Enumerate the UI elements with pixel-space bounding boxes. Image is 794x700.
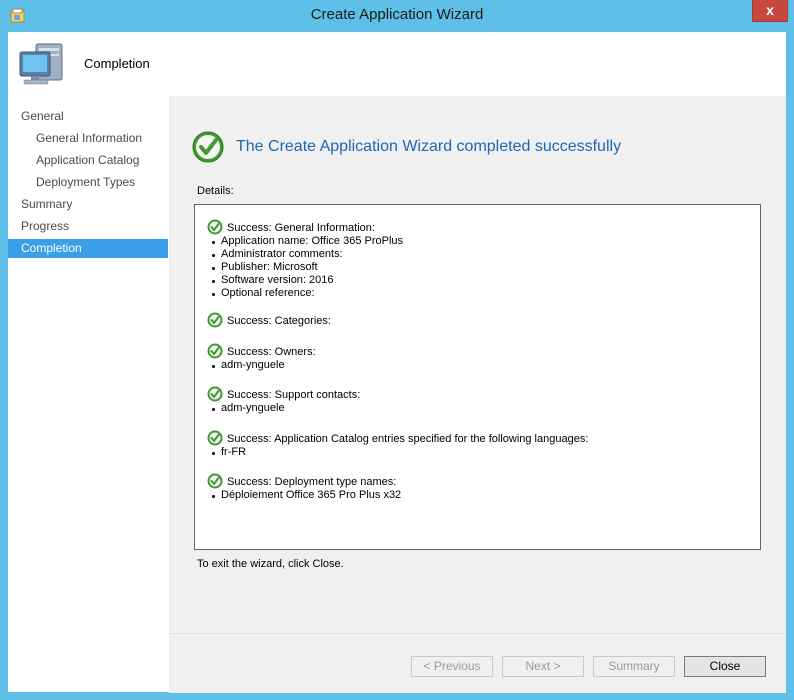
wizard-window: Create Application Wizard x Completion G… — [0, 0, 794, 700]
title-bar[interactable]: Create Application Wizard x — [0, 0, 794, 32]
completion-panel: The Create Application Wizard completed … — [169, 96, 786, 633]
wizard-client-area: Completion General General Information A… — [8, 32, 786, 693]
nav-item-deployment-types[interactable]: Deployment Types — [8, 173, 168, 192]
details-entry: Success: Owners: adm-ynguele — [207, 343, 316, 372]
nav-item-application-catalog[interactable]: Application Catalog — [8, 151, 168, 170]
exit-instructions: To exit the wizard, click Close. — [197, 558, 344, 570]
entry-bullet: Software version: 2016 — [207, 274, 403, 287]
entry-bullet: Déploiement Office 365 Pro Plus x32 — [207, 489, 401, 502]
entry-status: Success: Categories: — [227, 315, 331, 327]
details-entry: Success: Categories: — [207, 312, 331, 328]
page-title: Completion — [84, 56, 150, 71]
window-close-button[interactable]: x — [752, 0, 788, 22]
summary-button[interactable]: Summary — [593, 656, 675, 677]
entry-bullet: adm-ynguele — [207, 402, 360, 415]
success-check-icon — [207, 473, 223, 489]
nav-item-general[interactable]: General — [8, 107, 168, 126]
details-entry: Success: Deployment type names: Déploiem… — [207, 473, 401, 502]
entry-status: Success: Deployment type names: — [227, 476, 397, 488]
window-title: Create Application Wizard — [310, 6, 484, 23]
wizard-navigation: General General Information Application … — [8, 96, 169, 692]
nav-item-progress[interactable]: Progress — [8, 217, 168, 236]
success-check-icon — [207, 386, 223, 402]
nav-item-summary[interactable]: Summary — [8, 195, 168, 214]
entry-bullet: Optional reference: — [207, 287, 403, 300]
wizard-footer: < Previous Next > Summary Close — [169, 633, 786, 693]
nav-item-completion[interactable]: Completion — [8, 239, 168, 258]
success-check-icon — [207, 219, 223, 235]
entry-bullet: Administrator comments: — [207, 248, 403, 261]
completion-heading: The Create Application Wizard completed … — [236, 138, 622, 155]
entry-bullet: adm-ynguele — [207, 359, 316, 372]
entry-bullet: Application name: Office 365 ProPlus — [207, 235, 403, 248]
nav-item-general-information[interactable]: General Information — [8, 129, 168, 148]
entry-bullet: Publisher: Microsoft — [207, 261, 403, 274]
details-entry: Success: General Information: Applicatio… — [207, 219, 403, 300]
entry-status: Success: General Information: — [227, 222, 375, 234]
success-check-icon — [207, 343, 223, 359]
entry-bullet: fr-FR — [207, 446, 588, 459]
previous-button[interactable]: < Previous — [411, 656, 493, 677]
close-button[interactable]: Close — [684, 656, 766, 677]
computer-icon — [19, 43, 63, 85]
next-button[interactable]: Next > — [502, 656, 584, 677]
details-entry: Success: Support contacts: adm-ynguele — [207, 386, 361, 415]
success-check-icon — [207, 312, 223, 328]
success-check-icon — [207, 430, 223, 446]
success-check-icon — [192, 131, 224, 163]
entry-status: Success: Owners: — [227, 346, 316, 358]
entry-status: Success: Application Catalog entries spe… — [227, 433, 589, 445]
details-box[interactable]: Success: General Information: Applicatio… — [194, 204, 761, 550]
wizard-header: Completion — [8, 32, 786, 96]
entry-status: Success: Support contacts: — [227, 389, 361, 401]
details-label: Details: — [197, 185, 234, 197]
details-entry: Success: Application Catalog entries spe… — [207, 430, 589, 459]
